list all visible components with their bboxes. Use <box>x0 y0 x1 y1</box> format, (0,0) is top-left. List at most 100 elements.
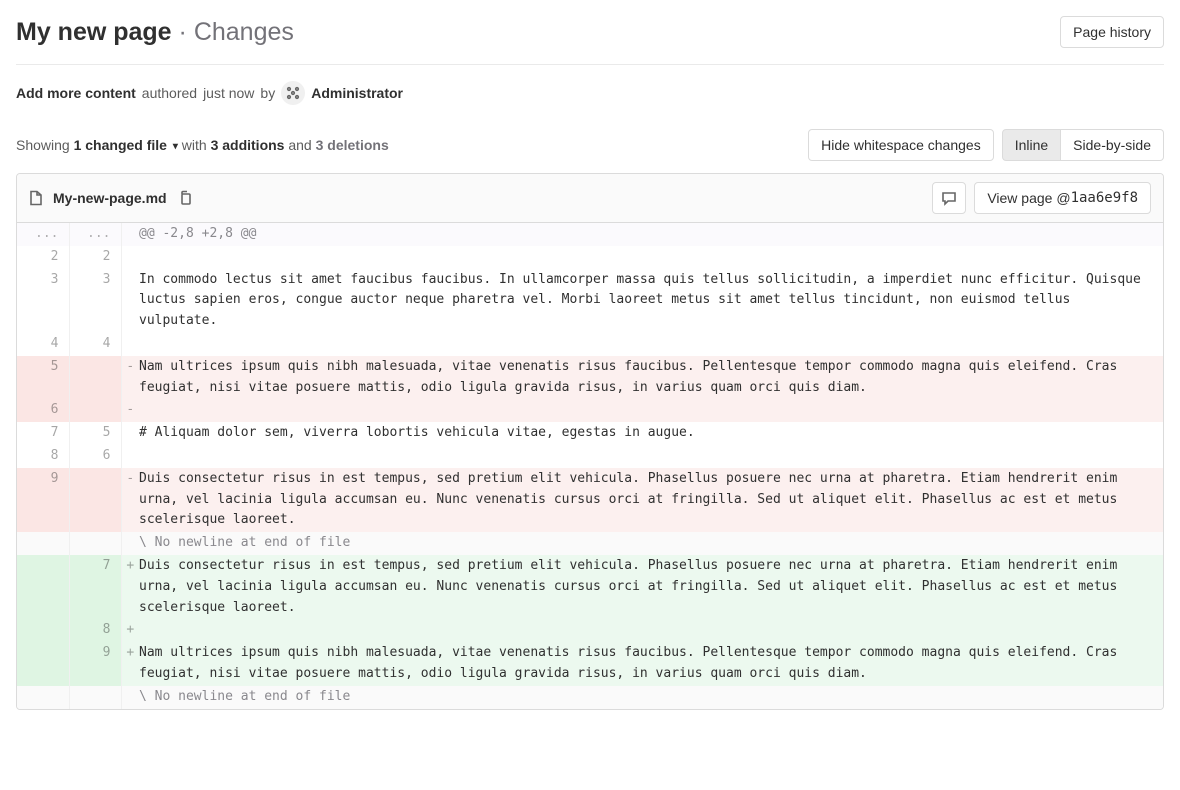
hide-whitespace-button[interactable]: Hide whitespace changes <box>808 129 994 161</box>
chevron-down-icon: ▾ <box>173 141 178 152</box>
with-label: with <box>182 137 207 153</box>
old-line-number[interactable]: 7 <box>17 422 69 445</box>
author-avatar[interactable] <box>281 81 305 105</box>
diff-sign <box>121 246 139 269</box>
new-line-number[interactable]: 7 <box>69 555 121 619</box>
diff-code: Nam ultrices ipsum quis nibh malesuada, … <box>139 642 1163 686</box>
changed-files-label: 1 changed file <box>74 137 167 153</box>
old-line-number[interactable]: 3 <box>17 269 69 333</box>
old-line-number[interactable]: 4 <box>17 333 69 356</box>
diff-line-add: 9+Nam ultrices ipsum quis nibh malesuada… <box>17 642 1163 686</box>
diff-sign <box>121 532 139 555</box>
diff-code <box>139 399 1163 422</box>
diff-code: In commodo lectus sit amet faucibus fauc… <box>139 269 1163 333</box>
diff-sign: - <box>121 356 139 400</box>
commit-message: Add more content <box>16 85 136 101</box>
old-line-number[interactable]: 6 <box>17 399 69 422</box>
commit-sha: 1aa6e9f8 <box>1071 190 1138 206</box>
diff-line-del: 6- <box>17 399 1163 422</box>
diff-stats-text: Showing 1 changed file ▾ with 3 addition… <box>16 137 389 153</box>
new-line-number[interactable]: 2 <box>69 246 121 269</box>
diff-line-add: 8+ <box>17 619 1163 642</box>
file-name[interactable]: My-new-page.md <box>53 190 167 206</box>
new-line-number[interactable] <box>69 468 121 532</box>
diff-code: # Aliquam dolor sem, viverra lobortis ve… <box>139 422 1163 445</box>
old-line-number[interactable] <box>17 642 69 686</box>
diff-table: ......@@ -2,8 +2,8 @@2233 In commodo lect… <box>17 223 1163 709</box>
diff-sign <box>121 333 139 356</box>
diff-file: My-new-page.md View page @ 1aa6e9f8 ....… <box>16 173 1164 710</box>
page-history-button[interactable]: Page history <box>1060 16 1164 48</box>
diff-sign <box>121 445 139 468</box>
diff-line-hunk: ......@@ -2,8 +2,8 @@ <box>17 223 1163 246</box>
old-line-number[interactable] <box>17 555 69 619</box>
old-line-number: ... <box>17 223 69 246</box>
new-line-number[interactable] <box>69 356 121 400</box>
diff-line-ctx: 33 In commodo lectus sit amet faucibus fa… <box>17 269 1163 333</box>
diff-sign <box>121 422 139 445</box>
showing-label: Showing <box>16 137 70 153</box>
page-header: My new page · Changes Page history <box>16 16 1164 65</box>
copy-path-icon[interactable] <box>177 190 193 206</box>
diff-code <box>139 445 1163 468</box>
diff-code <box>139 619 1163 642</box>
new-line-number <box>69 532 121 555</box>
new-line-number <box>69 686 121 709</box>
diff-line-del: 9-Duis consectetur risus in est tempus, … <box>17 468 1163 532</box>
old-line-number[interactable]: 2 <box>17 246 69 269</box>
diff-sign: + <box>121 642 139 686</box>
commit-meta: Add more content authored just now by Ad… <box>16 65 1164 129</box>
authored-label: authored <box>142 85 197 101</box>
file-header-left: My-new-page.md <box>29 190 193 206</box>
old-line-number <box>17 532 69 555</box>
view-page-button[interactable]: View page @ 1aa6e9f8 <box>974 182 1151 214</box>
diff-sign: - <box>121 399 139 422</box>
file-header-right: View page @ 1aa6e9f8 <box>932 182 1151 214</box>
new-line-number: ... <box>69 223 121 246</box>
new-line-number[interactable]: 9 <box>69 642 121 686</box>
new-line-number[interactable]: 5 <box>69 422 121 445</box>
diff-line-ctx: 22 <box>17 246 1163 269</box>
diff-sign <box>121 223 139 246</box>
diff-line-ctx: 44 <box>17 333 1163 356</box>
page-name: My new page <box>16 18 172 46</box>
new-line-number[interactable] <box>69 399 121 422</box>
new-line-number[interactable]: 4 <box>69 333 121 356</box>
diff-sign: - <box>121 468 139 532</box>
diff-sign: + <box>121 619 139 642</box>
toggle-comments-button[interactable] <box>932 182 966 214</box>
new-line-number[interactable]: 8 <box>69 619 121 642</box>
file-header: My-new-page.md View page @ 1aa6e9f8 <box>17 174 1163 223</box>
diff-code <box>139 333 1163 356</box>
old-line-number[interactable]: 8 <box>17 445 69 468</box>
diff-sign: + <box>121 555 139 619</box>
diff-line-del: 5-Nam ultrices ipsum quis nibh malesuada… <box>17 356 1163 400</box>
diff-code: \ No newline at end of file <box>139 532 1163 555</box>
identicon-icon <box>285 85 301 101</box>
new-line-number[interactable]: 3 <box>69 269 121 333</box>
diff-line-ctx: 75 # Aliquam dolor sem, viverra lobortis … <box>17 422 1163 445</box>
diff-code <box>139 246 1163 269</box>
author-name[interactable]: Administrator <box>311 85 403 101</box>
side-by-side-mode-button[interactable]: Side-by-side <box>1061 129 1164 161</box>
diff-sign <box>121 686 139 709</box>
diff-line-meta: \ No newline at end of file <box>17 532 1163 555</box>
commit-time: just now <box>203 85 254 101</box>
diff-mode-toggle: Inline Side-by-side <box>1002 129 1164 161</box>
old-line-number[interactable] <box>17 619 69 642</box>
diff-code: Duis consectetur risus in est tempus, se… <box>139 555 1163 619</box>
old-line-number[interactable]: 9 <box>17 468 69 532</box>
diff-view-controls: Hide whitespace changes Inline Side-by-s… <box>808 129 1164 161</box>
deletions-count: 3 deletions <box>316 137 389 153</box>
new-line-number[interactable]: 6 <box>69 445 121 468</box>
page-title: My new page · Changes <box>16 18 294 47</box>
old-line-number[interactable]: 5 <box>17 356 69 400</box>
title-separator: · <box>172 18 194 46</box>
inline-mode-button[interactable]: Inline <box>1002 129 1061 161</box>
diff-line-add: 7+Duis consectetur risus in est tempus, … <box>17 555 1163 619</box>
page-subtitle: Changes <box>194 18 294 46</box>
diff-code: Duis consectetur risus in est tempus, se… <box>139 468 1163 532</box>
diff-line-meta: \ No newline at end of file <box>17 686 1163 709</box>
diff-stats-bar: Showing 1 changed file ▾ with 3 addition… <box>16 129 1164 173</box>
changed-files-dropdown[interactable]: 1 changed file ▾ <box>74 137 182 153</box>
